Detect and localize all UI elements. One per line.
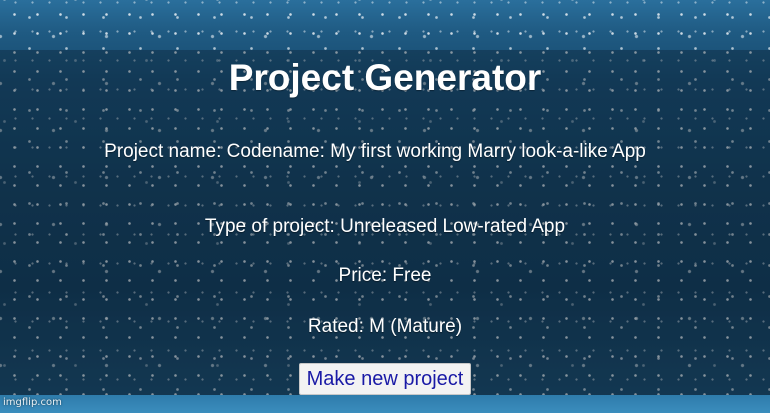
main-content: Project Generator Project name: Codename… [0,50,770,395]
project-rating-label: Rated: [307,316,364,337]
page-title: Project Generator [228,57,542,98]
bottom-band [0,395,770,413]
project-price-value: Free [392,265,432,286]
project-name-value: Codename: My first working Marry look-a-… [226,141,646,162]
project-type-label: Type of project: [204,216,335,237]
project-rating-value: M (Mature) [369,316,463,337]
project-price-line: Price: Free [0,265,770,286]
project-rating-line: Rated: M (Mature) [0,316,770,337]
imgflip-watermark: imgflip.com [3,397,62,408]
project-name-line: Project name: Codename: My first working… [55,141,695,162]
project-type-value: Unreleased Low-rated App [340,216,566,237]
project-type-line: Type of project: Unreleased Low-rated Ap… [0,216,770,237]
project-price-label: Price: [338,265,388,286]
make-new-project-button[interactable]: Make new project [298,363,472,395]
project-name-label: Project name: [104,141,222,162]
button-row: Make new project [0,363,770,395]
